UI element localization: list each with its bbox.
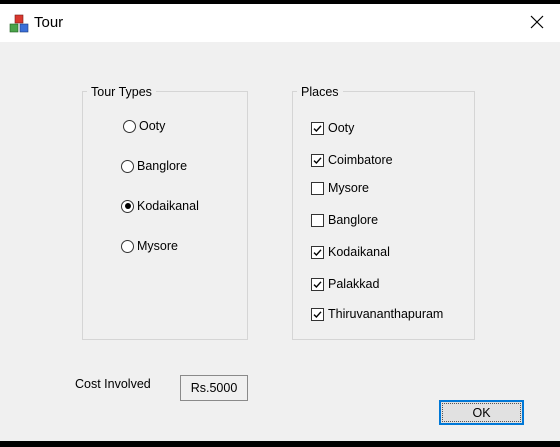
- screen-bottom-edge: [0, 441, 560, 447]
- ok-button[interactable]: OK: [439, 400, 524, 425]
- ok-label: OK: [472, 405, 491, 420]
- cost-label: Cost Involved: [75, 377, 151, 391]
- radio-label: Kodaikanal: [137, 199, 199, 213]
- checkbox-label: Banglore: [328, 213, 379, 227]
- checkbox-label: Thiruvananthapuram: [328, 307, 444, 321]
- checkbox-label: Kodaikanal: [328, 245, 390, 259]
- checkbox-coimbatore[interactable]: Coimbatore: [311, 151, 393, 169]
- app-cubes-icon: [9, 14, 29, 34]
- checkbox-label: Ooty: [328, 121, 355, 135]
- radio-button[interactable]: [121, 239, 134, 253]
- checkbox-mysore[interactable]: Mysore: [311, 179, 369, 197]
- checkbox[interactable]: [311, 277, 324, 291]
- radio-mysore[interactable]: Mysore: [121, 237, 178, 255]
- radio-label: Banglore: [137, 159, 188, 173]
- checkbox-label: Palakkad: [328, 277, 380, 291]
- radio-button[interactable]: [123, 119, 136, 133]
- radio-label: Ooty: [139, 119, 166, 133]
- radio-kodaikanal[interactable]: Kodaikanal: [121, 197, 199, 215]
- checkbox[interactable]: [311, 153, 324, 167]
- cost-value-field: Rs.5000: [180, 375, 248, 401]
- checkbox[interactable]: [311, 213, 324, 227]
- radio-banglore[interactable]: Banglore: [121, 157, 187, 175]
- checkbox[interactable]: [311, 245, 324, 259]
- radio-button[interactable]: [121, 159, 134, 173]
- radio-label: Mysore: [137, 239, 178, 253]
- close-icon: [530, 15, 544, 32]
- close-button[interactable]: [514, 4, 560, 42]
- checkbox-banglore[interactable]: Banglore: [311, 211, 378, 229]
- radio-ooty[interactable]: Ooty: [123, 117, 165, 135]
- checkbox-label: Mysore: [328, 181, 369, 195]
- radio-button[interactable]: [121, 199, 134, 213]
- checkbox-label: Coimbatore: [328, 153, 393, 167]
- title-bar: Tour: [0, 4, 560, 42]
- checkbox-palakkad[interactable]: Palakkad: [311, 275, 379, 293]
- checkbox-thiruvananthapuram[interactable]: Thiruvananthapuram: [311, 305, 443, 323]
- places-legend: Places: [297, 85, 343, 99]
- checkbox-kodaikanal[interactable]: Kodaikanal: [311, 243, 390, 261]
- checkbox[interactable]: [311, 307, 324, 321]
- window-title: Tour: [34, 14, 64, 31]
- checkbox[interactable]: [311, 181, 324, 195]
- checkbox-ooty[interactable]: Ooty: [311, 119, 354, 137]
- checkbox[interactable]: [311, 121, 324, 135]
- tour-types-legend: Tour Types: [87, 85, 156, 99]
- cost-value: Rs.5000: [190, 381, 238, 395]
